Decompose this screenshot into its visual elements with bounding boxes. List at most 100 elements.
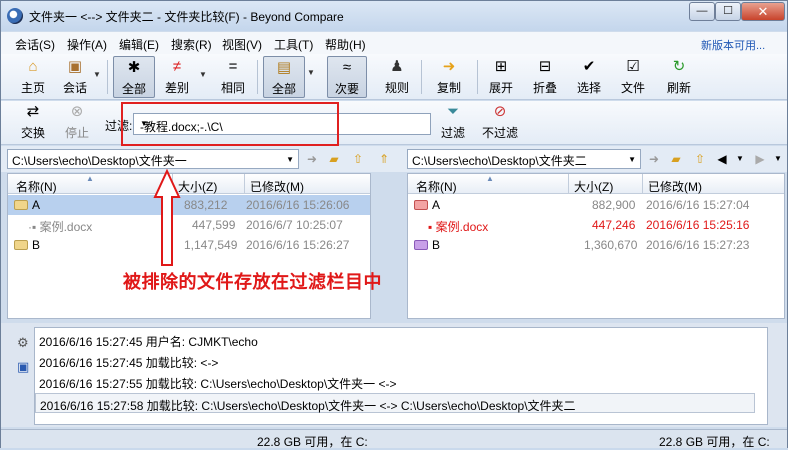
window-title: 文件夹一 <--> 文件夹二 - 文件夹比较(F) - Beyond Compa… [29, 10, 344, 24]
all-files-button[interactable]: ▤ 全部 [263, 56, 305, 98]
filter-button[interactable]: ⏷ 过滤 [435, 101, 471, 143]
funnel-icon: ⏷ [446, 103, 459, 120]
list-item: ·▪ 案例.docx [28, 220, 93, 234]
tree-collapse-icon: ⊟ [538, 58, 552, 75]
divider [257, 60, 258, 94]
menu-session[interactable]: 会话(S) [15, 36, 55, 53]
chevron-down-icon[interactable]: ▼ [93, 70, 101, 79]
folder-up-icon[interactable]: ⇧ [349, 151, 367, 167]
swap-icon: ⇄ [26, 103, 40, 120]
table-row[interactable]: ▪ 案例.docx 447,246 2016/6/16 15:25:16 [408, 215, 784, 235]
save-icon[interactable]: ▣ [17, 359, 29, 375]
folder-icon[interactable]: ▰ [667, 151, 685, 167]
app-window: 文件夹一 <--> 文件夹二 - 文件夹比较(F) - Beyond Compa… [0, 0, 788, 449]
folder-up-both-icon[interactable]: ⇑ [375, 151, 393, 167]
back-icon[interactable]: ◀ [713, 151, 731, 167]
file-check-icon: ☑ [626, 58, 640, 75]
no-filter-button[interactable]: ⊘ 不过滤 [479, 101, 521, 143]
checkmarks-icon: ✔ [582, 58, 596, 75]
menu-view[interactable]: 视图(V) [222, 36, 262, 53]
arrow-icon[interactable]: ➜ [645, 151, 663, 167]
not-equal-icon: ≠ [172, 58, 182, 75]
approx-icon: ≈ [342, 59, 352, 76]
rules-button[interactable]: ♟ 规则 [379, 56, 415, 98]
minor-button[interactable]: ≈ 次要 [327, 56, 367, 98]
menu-help[interactable]: 帮助(H) [325, 36, 366, 53]
divider [107, 60, 108, 94]
show-diffs-button[interactable]: ≠ 差别 [159, 56, 195, 98]
funnel-off-icon: ⊘ [493, 103, 507, 120]
swap-button[interactable]: ⇄ 交换 [15, 101, 51, 143]
arrow-icon[interactable]: ➜ [303, 151, 321, 167]
arrow-up-annotation [153, 169, 181, 266]
sort-icon: ▲ [86, 174, 94, 183]
col-name[interactable]: 名称(N) [16, 178, 57, 195]
forward-icon[interactable]: ▶ [751, 151, 769, 167]
divider [421, 60, 422, 94]
asterisk-icon: ✱ [127, 59, 141, 76]
chevron-down-icon[interactable]: ▼ [199, 70, 207, 79]
col-modified[interactable]: 已修改(M) [250, 178, 304, 195]
log-line: 2016/6/16 15:27:45 加载比较: <-> [39, 356, 219, 370]
collapse-button[interactable]: ⊟ 折叠 [527, 56, 563, 98]
sessions-button[interactable]: ▣ 会话 [57, 56, 93, 98]
table-row[interactable]: A 882,900 2016/6/16 15:27:04 [408, 195, 784, 215]
folder-up-icon[interactable]: ⇧ [691, 151, 709, 167]
log-line: 2016/6/16 15:27:58 加载比较: C:\Users\echo\D… [35, 393, 755, 413]
list-item: A [414, 198, 440, 212]
refresh-button[interactable]: ↻ 刷新 [661, 56, 697, 98]
refresh-icon: ↻ [672, 58, 686, 75]
left-header: 名称(N) ▲ 大小(Z) 已修改(M) [8, 174, 370, 194]
gear-icon[interactable]: ⚙ [17, 335, 29, 351]
title-bar: 文件夹一 <--> 文件夹二 - 文件夹比较(F) - Beyond Compa… [1, 1, 787, 31]
menu-edit[interactable]: 编辑(E) [119, 36, 159, 53]
close-button[interactable]: ✕ [741, 2, 785, 21]
chevron-down-icon[interactable]: ▼ [628, 155, 636, 164]
divider [477, 60, 478, 94]
highlight-box [121, 102, 339, 146]
show-all-button[interactable]: ✱ 全部 [113, 56, 155, 98]
home-icon: ⌂ [28, 58, 38, 75]
menu-bar: 会话(S) 操作(A) 编辑(E) 搜索(R) 视图(V) 工具(T) 帮助(H… [1, 32, 787, 54]
copy-button[interactable]: ➜ 复制 [431, 56, 467, 98]
menu-tools[interactable]: 工具(T) [274, 36, 313, 53]
folder-icon [14, 240, 28, 250]
tree-expand-icon: ⊞ [494, 58, 508, 75]
select-button[interactable]: ✔ 选择 [571, 56, 607, 98]
menu-search[interactable]: 搜索(R) [171, 36, 212, 53]
table-row[interactable]: A 883,212 2016/6/16 15:26:06 [8, 195, 370, 215]
new-version-link[interactable]: 新版本可用... [701, 37, 765, 53]
table-row[interactable]: ·▪ 案例.docx 447,599 2016/6/7 10:25:07 [8, 215, 370, 235]
col-size[interactable]: 大小(Z) [574, 178, 613, 195]
menu-actions[interactable]: 操作(A) [67, 36, 107, 53]
folder-icon[interactable]: ▰ [325, 151, 343, 167]
folder-icon [414, 200, 428, 210]
chevron-down-icon[interactable]: ▼ [286, 155, 294, 164]
col-name[interactable]: 名称(N) [416, 178, 457, 195]
secondary-toolbar: ⇄ 交换 ⊗ 停止 过滤: -教程.docx;-.\C\ ▼ ⏷ 过滤 ⊘ 不过滤 [1, 101, 787, 145]
chevron-down-icon[interactable]: ▼ [307, 68, 315, 77]
right-path-input[interactable]: C:\Users\echo\Desktop\文件夹二 ▼ [407, 149, 641, 169]
table-row[interactable]: B 1,360,670 2016/6/16 15:27:23 [408, 235, 784, 255]
col-modified[interactable]: 已修改(M) [648, 178, 702, 195]
table-row[interactable]: B 1,147,549 2016/6/16 15:26:27 [8, 235, 370, 255]
chevron-down-icon[interactable]: ▼ [731, 151, 749, 167]
log-list[interactable]: 2016/6/16 15:27:45 用户名: CJMKT\echo 2016/… [34, 327, 768, 425]
minimize-button[interactable]: — [689, 2, 715, 21]
briefcase-icon: ▣ [67, 58, 83, 75]
chevron-down-icon[interactable]: ▼ [769, 151, 787, 167]
files-button[interactable]: ☑ 文件 [615, 56, 651, 98]
maximize-button[interactable]: ☐ [715, 2, 741, 21]
stop-button: ⊗ 停止 [64, 103, 89, 140]
show-same-button[interactable]: = 相同 [215, 56, 251, 98]
list-item: B [14, 238, 40, 252]
left-pane: 名称(N) ▲ 大小(Z) 已修改(M) A 883,212 2016/6/16… [7, 173, 371, 319]
left-path-input[interactable]: C:\Users\echo\Desktop\文件夹一 ▼ [7, 149, 299, 169]
list-item: A [14, 198, 40, 212]
home-button[interactable]: ⌂ 主页 [13, 56, 53, 98]
sort-icon: ▲ [486, 174, 494, 183]
col-size[interactable]: 大小(Z) [178, 178, 217, 195]
expand-button[interactable]: ⊞ 展开 [483, 56, 519, 98]
log-line: 2016/6/16 15:27:45 用户名: CJMKT\echo [39, 335, 258, 349]
status-bar: 22.8 GB 可用，在 C: 22.8 GB 可用，在 C: [1, 429, 787, 449]
